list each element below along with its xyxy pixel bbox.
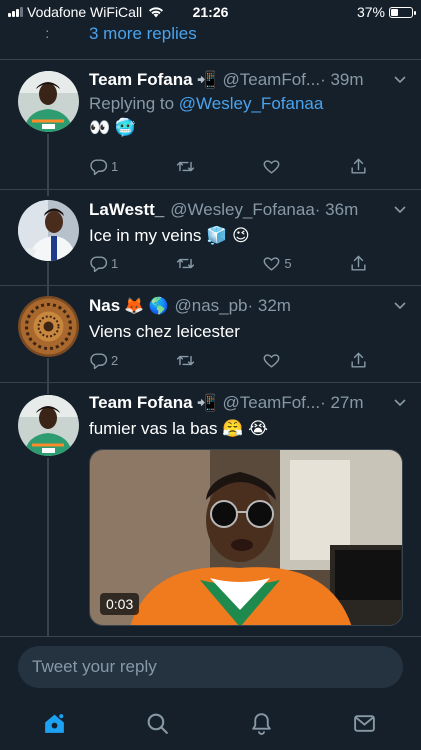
battery-icon [389,6,416,18]
author-emoji: 🦊 🌎 [124,298,169,315]
retweet-icon [176,161,194,171]
thread-dots-icon: · · [45,22,50,44]
more-replies-row[interactable]: · · 3 more replies [0,22,421,52]
like-button[interactable] [262,155,349,177]
author-handle[interactable]: @Wesley_Fofanaa [170,200,315,220]
tweet-time: · 27m [320,393,364,412]
more-replies-link[interactable]: 3 more replies [89,24,197,44]
author-name[interactable]: Team Fofana [89,393,193,413]
tab-notifications[interactable] [247,709,275,737]
retweet-icon [176,258,194,268]
author-emoji: 📲 [196,395,217,412]
reply-button[interactable]: 1 [89,155,176,177]
bottom-tab-bar [0,696,421,750]
divider [0,59,421,60]
author-name[interactable]: Nas [89,296,120,316]
thread-line [47,262,49,298]
reply-count: 1 [111,158,119,174]
chevron-down-icon[interactable] [393,73,407,87]
bell-icon [252,712,271,735]
tweet-actions: 1 5 [89,252,379,274]
author-handle[interactable]: @nas_pb [174,296,247,316]
video-player[interactable]: 0:03 [89,449,403,626]
retweet-button[interactable] [176,155,263,177]
tweet-time: · 39m [320,70,364,89]
reply-input[interactable] [18,646,403,688]
share-button[interactable] [349,155,379,177]
heart-icon [263,256,280,271]
reply-icon [90,352,108,369]
author-handle[interactable]: @TeamFof... [223,70,321,90]
reply-bar [0,636,421,696]
cell-signal-icon [8,7,23,17]
mail-icon [354,714,376,732]
like-button[interactable] [262,349,349,371]
share-icon [351,255,366,271]
avatar[interactable] [18,395,79,456]
wifi-icon [149,7,164,18]
avatar[interactable] [18,71,79,132]
tweet-actions: 1 [89,155,379,177]
divider [0,382,421,383]
share-button[interactable] [349,252,379,274]
reply-icon [90,255,108,272]
chevron-down-icon[interactable] [393,396,407,410]
share-icon [351,352,366,368]
tab-search[interactable] [144,709,172,737]
tweet-text: Ice in my veins 🧊 😉 [89,226,250,245]
reply-button[interactable]: 2 [89,349,176,371]
heart-icon [263,353,280,368]
tweet-actions: 2 [89,349,379,371]
reply-count: 2 [111,352,119,368]
replying-mention[interactable]: @Wesley_Fofanaa [179,94,324,113]
status-bar: Vodafone WiFiCall 21:26 37% [0,0,421,24]
tweet-time: · 36m [314,200,359,219]
tweet-text: fumier vas la bas 😤 😭 [89,419,268,438]
like-button[interactable]: 5 [262,252,349,274]
reply-count: 1 [111,255,119,271]
video-duration: 0:03 [100,593,140,615]
author-name[interactable]: Team Fofana [89,70,193,90]
thread-line [47,458,49,638]
tab-home[interactable] [40,709,68,737]
like-count: 5 [284,255,292,271]
share-icon [351,158,366,174]
search-icon [147,713,169,734]
retweet-button[interactable] [176,349,263,371]
tab-messages[interactable] [351,709,379,737]
replying-prefix: Replying to [89,94,175,113]
reply-icon [90,158,108,175]
divider [0,189,421,190]
avatar[interactable] [18,296,79,357]
thread-line [47,134,49,196]
retweet-icon [176,355,194,365]
chevron-down-icon[interactable] [393,299,407,313]
retweet-button[interactable] [176,252,263,274]
share-button[interactable] [349,349,379,371]
heart-icon [263,159,280,174]
tweet-text: Viens chez leicester [89,322,240,341]
replying-to: Replying to @Wesley_Fofanaa [89,94,407,114]
home-icon [44,712,65,733]
author-emoji: 📲 [196,72,217,89]
chevron-down-icon[interactable] [393,203,407,217]
tweet-text: 👀 🥶 [89,118,137,137]
divider [0,285,421,286]
author-name[interactable]: LaWestt_ [89,200,164,220]
battery-percent: 37% [356,4,385,20]
avatar[interactable] [18,200,79,261]
tweet-time: · 32m [247,296,291,315]
carrier-label: Vodafone WiFiCall [27,4,143,20]
thread-line [47,358,49,394]
reply-button[interactable]: 1 [89,252,176,274]
author-handle[interactable]: @TeamFof... [223,393,321,413]
